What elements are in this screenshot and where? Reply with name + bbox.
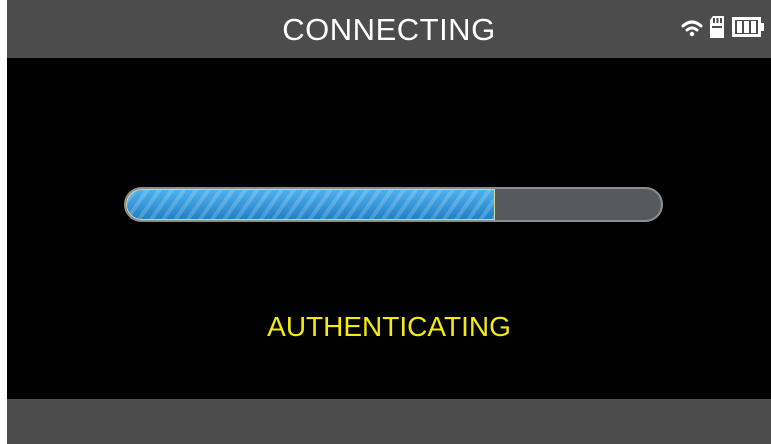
progress-fill (126, 189, 495, 220)
sd-card-icon (709, 15, 725, 44)
page-title: CONNECTING (282, 12, 496, 47)
title-bar: CONNECTING (7, 0, 771, 58)
wifi-icon (681, 17, 703, 42)
progress-bar (124, 187, 663, 222)
status-message: AUTHENTICATING (267, 311, 511, 342)
bottom-bar (7, 399, 771, 444)
device-screen: CONNECTING AUTHENTICATING (7, 0, 771, 444)
main-panel: AUTHENTICATING (7, 58, 771, 399)
status-icons (681, 14, 765, 44)
battery-icon (731, 16, 765, 43)
